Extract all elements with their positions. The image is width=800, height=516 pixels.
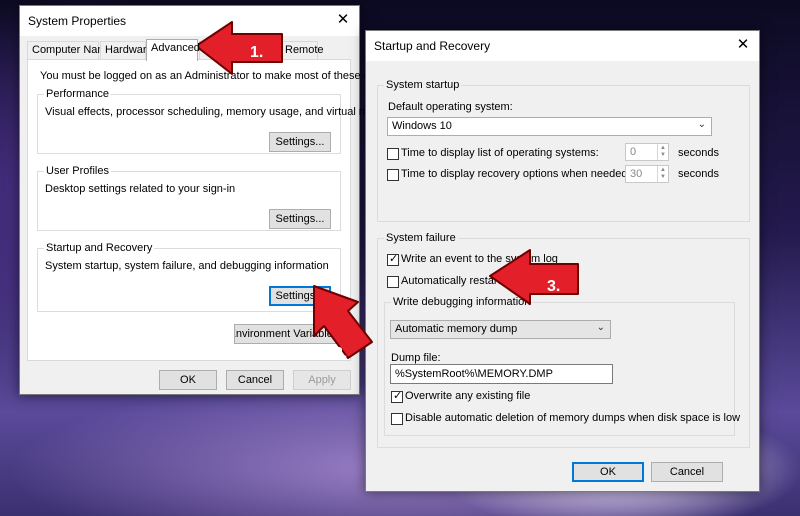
display-list-spinner[interactable]: 0 ▲ ▼ xyxy=(625,143,669,161)
apply-button[interactable]: Apply xyxy=(293,370,351,390)
performance-settings-button[interactable]: Settings... xyxy=(269,132,331,152)
spinner-arrows[interactable]: ▲ ▼ xyxy=(657,144,668,160)
spin-up-icon[interactable]: ▲ xyxy=(660,167,666,173)
seconds-label: seconds xyxy=(678,147,719,159)
group-description: Visual effects, processor scheduling, me… xyxy=(45,106,399,118)
default-os-dropdown[interactable]: Windows 10 ⌄ xyxy=(387,117,712,136)
group-description: Desktop settings related to your sign-in xyxy=(45,183,236,195)
startup-recovery-group: Startup and Recovery System startup, sys… xyxy=(37,242,341,312)
spin-up-icon[interactable]: ▲ xyxy=(660,145,666,151)
recovery-options-value: 30 xyxy=(630,168,643,180)
admin-notice: You must be logged on as an Administrato… xyxy=(40,70,409,82)
startup-recovery-window: Startup and Recovery ✕ System startup De… xyxy=(365,30,760,492)
chevron-down-icon: ⌄ xyxy=(697,119,706,130)
chevron-down-icon: ⌄ xyxy=(596,322,605,333)
startup-recovery-settings-button[interactable]: Settings... xyxy=(269,286,331,306)
disable-delete-checkbox[interactable] xyxy=(391,413,403,425)
tab-remote[interactable]: Remote xyxy=(280,41,324,60)
group-label: Startup and Recovery xyxy=(44,242,155,254)
dump-file-input[interactable]: %SystemRoot%\MEMORY.DMP xyxy=(390,364,613,384)
group-label: Write debugging information xyxy=(391,296,533,308)
spinner-arrows[interactable]: ▲ ▼ xyxy=(657,166,668,182)
advanced-tab-panel: You must be logged on as an Administrato… xyxy=(27,59,408,361)
performance-group: Performance Visual effects, processor sc… xyxy=(37,88,399,154)
group-label: System startup xyxy=(384,79,462,91)
group-label: System failure xyxy=(384,232,458,244)
user-profiles-group: User Profiles Desktop settings related t… xyxy=(37,165,341,231)
system-properties-window: System Properties ✕ Computer Name Hardwa… xyxy=(19,5,408,395)
auto-restart-label: Automatically restart xyxy=(401,275,501,287)
cancel-button[interactable]: Cancel xyxy=(651,462,723,482)
tab-computer-name[interactable]: Computer Name xyxy=(27,41,113,60)
user-profiles-settings-button[interactable]: Settings... xyxy=(269,209,331,229)
debug-type-dropdown[interactable]: Automatic memory dump ⌄ xyxy=(390,320,611,339)
window-title: Startup and Recovery xyxy=(374,39,491,53)
startup-recovery-titlebar[interactable]: Startup and Recovery ✕ xyxy=(366,31,759,61)
checkmark-icon: ✓ xyxy=(393,390,403,402)
auto-restart-checkbox[interactable] xyxy=(387,276,399,288)
tab-advanced[interactable]: Advanced xyxy=(146,39,200,61)
cancel-button[interactable]: Cancel xyxy=(226,370,284,390)
close-icon[interactable]: ✕ xyxy=(735,36,751,54)
group-label: User Profiles xyxy=(44,165,111,177)
overwrite-label: Overwrite any existing file xyxy=(405,390,531,402)
group-label: Performance xyxy=(44,88,111,100)
default-os-label: Default operating system: xyxy=(388,101,513,113)
spin-down-icon[interactable]: ▼ xyxy=(660,174,666,180)
write-event-label: Write an event to the system log xyxy=(401,253,558,265)
seconds-label: seconds xyxy=(678,168,719,180)
recovery-options-label: Time to display recovery options when ne… xyxy=(401,168,631,180)
system-properties-titlebar[interactable]: System Properties ✕ xyxy=(20,6,359,36)
display-list-checkbox[interactable] xyxy=(387,148,399,160)
debug-type-value: Automatic memory dump xyxy=(395,323,518,335)
spin-down-icon[interactable]: ▼ xyxy=(660,152,666,158)
dump-file-label: Dump file: xyxy=(391,352,441,364)
checkmark-icon: ✓ xyxy=(389,253,399,265)
display-list-value: 0 xyxy=(630,146,637,158)
tab-hardware[interactable]: Hardware xyxy=(100,41,153,60)
disable-delete-label: Disable automatic deletion of memory dum… xyxy=(405,412,741,424)
close-icon[interactable]: ✕ xyxy=(335,11,351,29)
write-event-checkbox[interactable]: ✓ xyxy=(387,253,399,266)
tab-system-protection[interactable]: System Protection xyxy=(199,41,293,60)
environment-variables-button[interactable]: Environment Variables... xyxy=(234,324,342,344)
ok-button[interactable]: OK xyxy=(572,462,644,482)
default-os-value: Windows 10 xyxy=(392,120,452,132)
overwrite-checkbox[interactable]: ✓ xyxy=(391,390,403,403)
ok-button[interactable]: OK xyxy=(159,370,217,390)
group-description: System startup, system failure, and debu… xyxy=(45,260,329,272)
recovery-options-spinner[interactable]: 30 ▲ ▼ xyxy=(625,165,669,183)
recovery-options-checkbox[interactable] xyxy=(387,169,399,181)
display-list-label: Time to display list of operating system… xyxy=(401,147,599,159)
window-title: System Properties xyxy=(28,14,127,28)
